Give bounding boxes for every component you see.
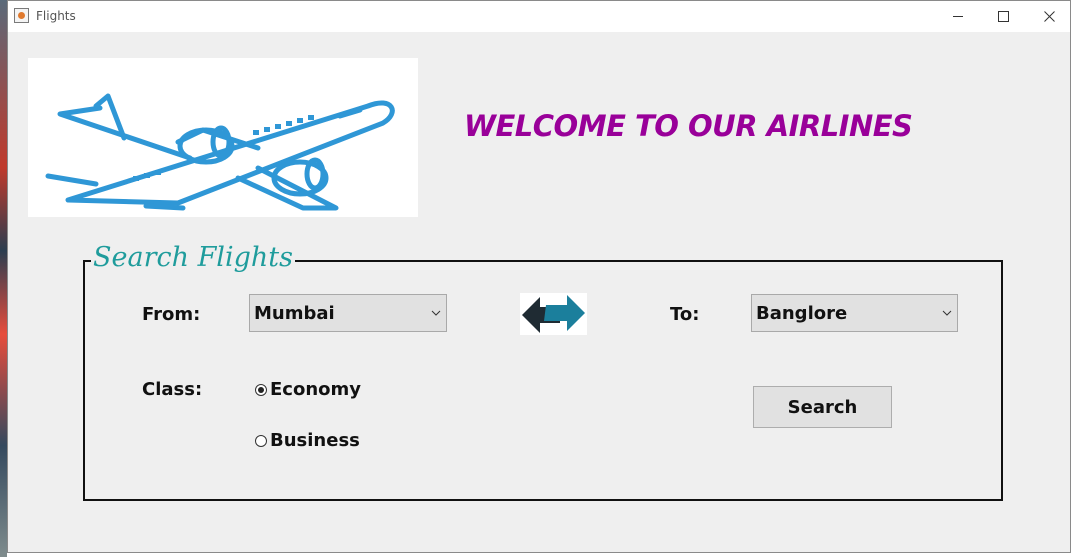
welcome-heading: WELCOME TO OUR AIRLINES	[464, 109, 913, 143]
from-select-value: Mumbai	[254, 302, 335, 324]
flights-window: Flights WELCOME TO OUR AIRLINES Search F…	[7, 0, 1071, 553]
to-select[interactable]: Banglore	[751, 294, 958, 332]
business-label: Business	[270, 430, 360, 451]
swap-arrows-icon[interactable]	[520, 293, 587, 335]
to-select-value: Banglore	[756, 302, 848, 324]
from-select[interactable]: Mumbai	[249, 294, 447, 332]
chevron-down-icon	[426, 310, 446, 316]
maximize-icon	[997, 11, 1009, 22]
search-flights-legend: Search Flights	[91, 242, 295, 273]
title-bar: Flights	[8, 1, 1070, 32]
airplane-icon	[45, 93, 395, 211]
close-icon	[1043, 11, 1055, 22]
java-app-icon	[14, 8, 29, 23]
window-title: Flights	[36, 9, 76, 23]
search-button[interactable]: Search	[753, 386, 892, 428]
minimize-icon	[953, 16, 963, 17]
economy-radio-option[interactable]: Economy	[255, 379, 361, 400]
desktop-background	[0, 0, 7, 557]
to-label: To:	[670, 304, 700, 325]
maximize-button[interactable]	[980, 1, 1026, 32]
minimize-button[interactable]	[935, 1, 981, 32]
economy-label: Economy	[270, 379, 362, 400]
business-radio[interactable]	[255, 434, 267, 447]
airline-logo	[28, 58, 418, 217]
from-label: From:	[142, 304, 201, 325]
close-button[interactable]	[1026, 1, 1072, 32]
class-label: Class:	[142, 379, 203, 400]
economy-radio[interactable]	[255, 383, 267, 396]
business-radio-option[interactable]: Business	[255, 430, 360, 451]
chevron-down-icon	[937, 310, 957, 316]
